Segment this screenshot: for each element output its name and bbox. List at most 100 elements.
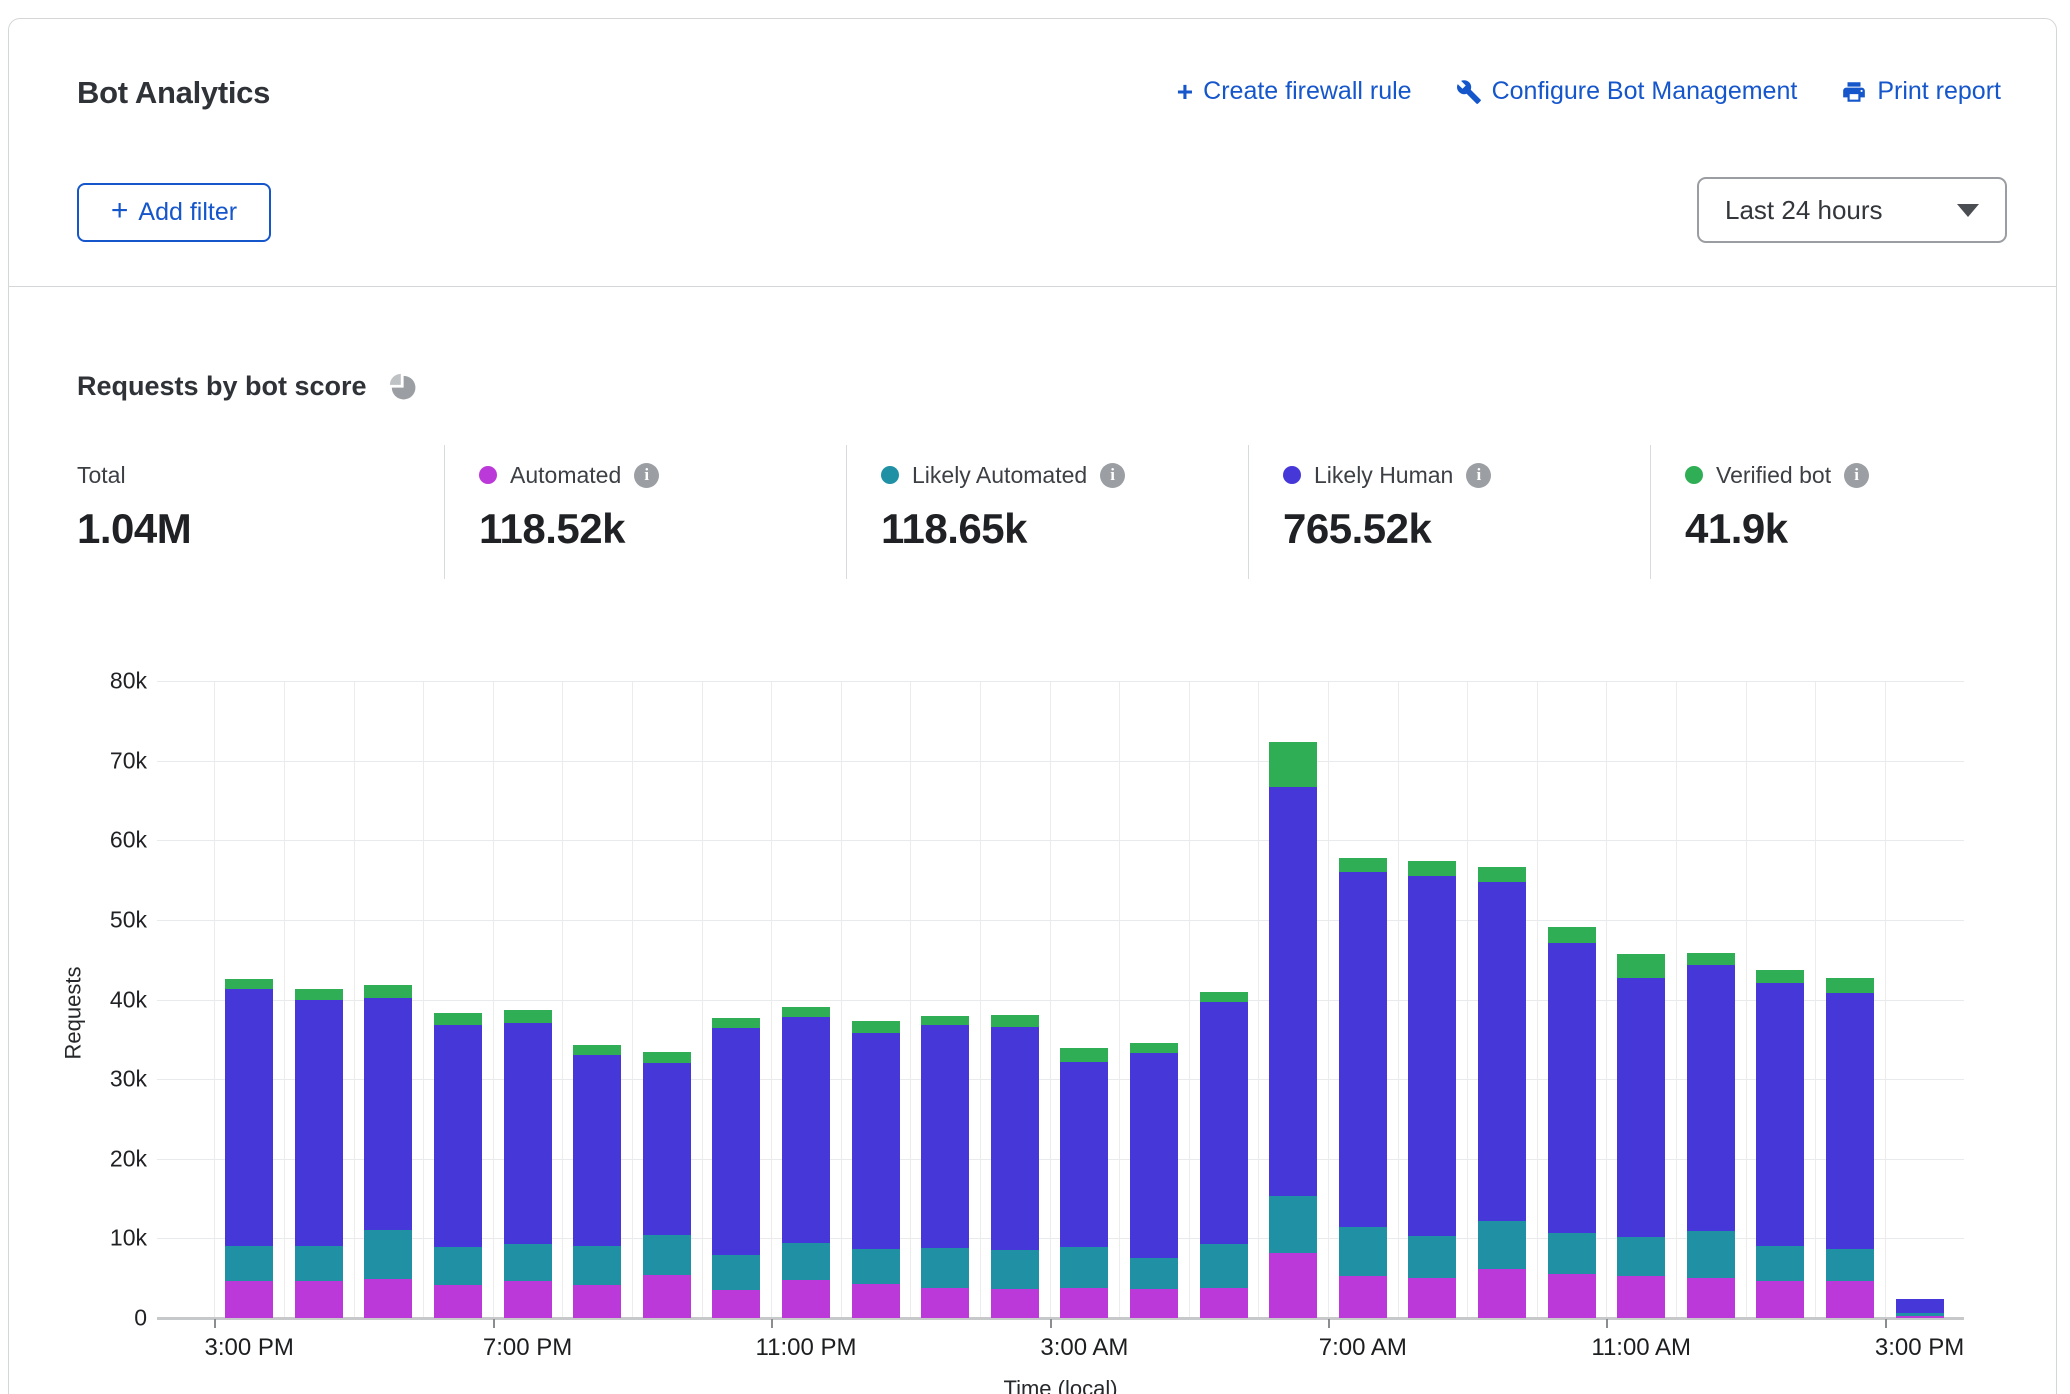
- bar-segment-automated[interactable]: [364, 1279, 412, 1318]
- bar-segment-likely-human[interactable]: [643, 1063, 691, 1235]
- time-range-select[interactable]: Last 24 hours: [1697, 177, 2007, 243]
- bar-segment-likely-automated[interactable]: [504, 1244, 552, 1281]
- bar-segment-verified-bot[interactable]: [225, 979, 273, 989]
- bar-segment-automated[interactable]: [573, 1285, 621, 1318]
- bar-segment-automated[interactable]: [712, 1290, 760, 1318]
- bar-segment-automated[interactable]: [1617, 1276, 1665, 1318]
- bar-segment-verified-bot[interactable]: [1617, 954, 1665, 978]
- bar-segment-likely-automated[interactable]: [991, 1250, 1039, 1289]
- bar-segment-likely-human[interactable]: [434, 1025, 482, 1247]
- bar-segment-verified-bot[interactable]: [712, 1018, 760, 1028]
- bar-segment-automated[interactable]: [434, 1285, 482, 1318]
- bar-segment-verified-bot[interactable]: [364, 985, 412, 998]
- bar-segment-likely-automated[interactable]: [434, 1247, 482, 1284]
- bar-segment-likely-human[interactable]: [1269, 787, 1317, 1196]
- bar-segment-likely-human[interactable]: [1060, 1062, 1108, 1247]
- bar-segment-likely-automated[interactable]: [643, 1235, 691, 1275]
- info-icon[interactable]: i: [1100, 463, 1125, 488]
- bar-segment-likely-human[interactable]: [1478, 882, 1526, 1221]
- bar-segment-automated[interactable]: [1756, 1281, 1804, 1318]
- bar-segment-likely-human[interactable]: [1896, 1299, 1944, 1313]
- bar-segment-verified-bot[interactable]: [1269, 742, 1317, 787]
- bar-segment-likely-human[interactable]: [921, 1025, 969, 1248]
- bar-segment-likely-human[interactable]: [1130, 1053, 1178, 1258]
- bar-segment-likely-automated[interactable]: [1408, 1236, 1456, 1278]
- bar-segment-automated[interactable]: [852, 1284, 900, 1318]
- bar-segment-likely-human[interactable]: [1617, 978, 1665, 1237]
- bar-segment-verified-bot[interactable]: [1756, 970, 1804, 983]
- bar-segment-likely-human[interactable]: [1408, 876, 1456, 1236]
- bar-segment-verified-bot[interactable]: [1060, 1048, 1108, 1062]
- bar-segment-automated[interactable]: [295, 1281, 343, 1318]
- bar-segment-verified-bot[interactable]: [1687, 953, 1735, 966]
- bar-segment-likely-human[interactable]: [1548, 943, 1596, 1233]
- bar-segment-likely-human[interactable]: [1200, 1002, 1248, 1244]
- bar-segment-likely-automated[interactable]: [225, 1246, 273, 1282]
- bar-segment-likely-automated[interactable]: [1756, 1246, 1804, 1282]
- bar-segment-likely-automated[interactable]: [921, 1248, 969, 1288]
- bar-segment-automated[interactable]: [643, 1275, 691, 1318]
- create-firewall-rule-link[interactable]: + Create firewall rule: [1177, 77, 1412, 106]
- bar-segment-likely-automated[interactable]: [1200, 1244, 1248, 1288]
- bar-segment-likely-human[interactable]: [991, 1027, 1039, 1250]
- bar-segment-likely-automated[interactable]: [1060, 1247, 1108, 1288]
- bar-segment-automated[interactable]: [1687, 1278, 1735, 1318]
- bar-segment-automated[interactable]: [1896, 1316, 1944, 1318]
- bar-segment-likely-automated[interactable]: [1130, 1258, 1178, 1289]
- bar-segment-automated[interactable]: [1478, 1269, 1526, 1318]
- bar-segment-likely-human[interactable]: [364, 998, 412, 1231]
- bar-segment-verified-bot[interactable]: [1130, 1043, 1178, 1053]
- bar-segment-automated[interactable]: [1269, 1253, 1317, 1318]
- bar-segment-verified-bot[interactable]: [295, 989, 343, 1000]
- bar-segment-automated[interactable]: [782, 1280, 830, 1318]
- bar-segment-verified-bot[interactable]: [1478, 867, 1526, 881]
- info-icon[interactable]: i: [1844, 463, 1869, 488]
- bar-segment-verified-bot[interactable]: [782, 1007, 830, 1017]
- bar-segment-likely-automated[interactable]: [712, 1255, 760, 1290]
- bar-segment-automated[interactable]: [1408, 1278, 1456, 1318]
- bar-segment-likely-human[interactable]: [504, 1023, 552, 1244]
- bar-segment-likely-human[interactable]: [1826, 993, 1874, 1249]
- bar-segment-likely-human[interactable]: [573, 1055, 621, 1246]
- bar-segment-verified-bot[interactable]: [852, 1021, 900, 1033]
- bar-segment-automated[interactable]: [1130, 1289, 1178, 1318]
- bar-segment-verified-bot[interactable]: [921, 1016, 969, 1025]
- bar-segment-automated[interactable]: [1060, 1288, 1108, 1318]
- bar-segment-likely-human[interactable]: [712, 1028, 760, 1255]
- bar-segment-verified-bot[interactable]: [1826, 978, 1874, 993]
- bar-segment-automated[interactable]: [225, 1281, 273, 1318]
- bar-segment-likely-human[interactable]: [225, 989, 273, 1245]
- bar-segment-likely-human[interactable]: [782, 1017, 830, 1243]
- bar-segment-verified-bot[interactable]: [1200, 992, 1248, 1002]
- bar-segment-likely-automated[interactable]: [1617, 1237, 1665, 1276]
- bar-segment-automated[interactable]: [1339, 1276, 1387, 1318]
- bar-segment-automated[interactable]: [1548, 1274, 1596, 1318]
- bar-segment-verified-bot[interactable]: [1548, 927, 1596, 943]
- bar-segment-verified-bot[interactable]: [434, 1013, 482, 1025]
- configure-bot-management-link[interactable]: Configure Bot Management: [1456, 77, 1798, 106]
- bar-segment-automated[interactable]: [991, 1289, 1039, 1318]
- bar-segment-likely-automated[interactable]: [1687, 1231, 1735, 1278]
- info-icon[interactable]: i: [1466, 463, 1491, 488]
- info-icon[interactable]: i: [634, 463, 659, 488]
- add-filter-button[interactable]: + Add filter: [77, 183, 271, 242]
- bar-segment-likely-human[interactable]: [1756, 983, 1804, 1246]
- print-report-link[interactable]: Print report: [1841, 77, 2001, 106]
- bar-segment-automated[interactable]: [1826, 1281, 1874, 1318]
- bar-segment-verified-bot[interactable]: [1339, 858, 1387, 872]
- bar-segment-likely-human[interactable]: [1339, 872, 1387, 1227]
- bar-segment-likely-automated[interactable]: [1339, 1227, 1387, 1276]
- bar-segment-likely-automated[interactable]: [1548, 1233, 1596, 1274]
- bar-segment-likely-automated[interactable]: [295, 1246, 343, 1282]
- bar-segment-automated[interactable]: [504, 1281, 552, 1318]
- bar-segment-likely-automated[interactable]: [782, 1243, 830, 1280]
- bar-segment-verified-bot[interactable]: [991, 1015, 1039, 1026]
- bar-segment-likely-automated[interactable]: [852, 1249, 900, 1284]
- bar-segment-automated[interactable]: [1200, 1288, 1248, 1318]
- bar-segment-automated[interactable]: [921, 1288, 969, 1318]
- bar-segment-verified-bot[interactable]: [573, 1045, 621, 1055]
- bar-segment-likely-automated[interactable]: [1269, 1196, 1317, 1253]
- bar-segment-likely-automated[interactable]: [1478, 1221, 1526, 1269]
- bar-segment-likely-human[interactable]: [852, 1033, 900, 1249]
- bar-segment-likely-human[interactable]: [295, 1000, 343, 1245]
